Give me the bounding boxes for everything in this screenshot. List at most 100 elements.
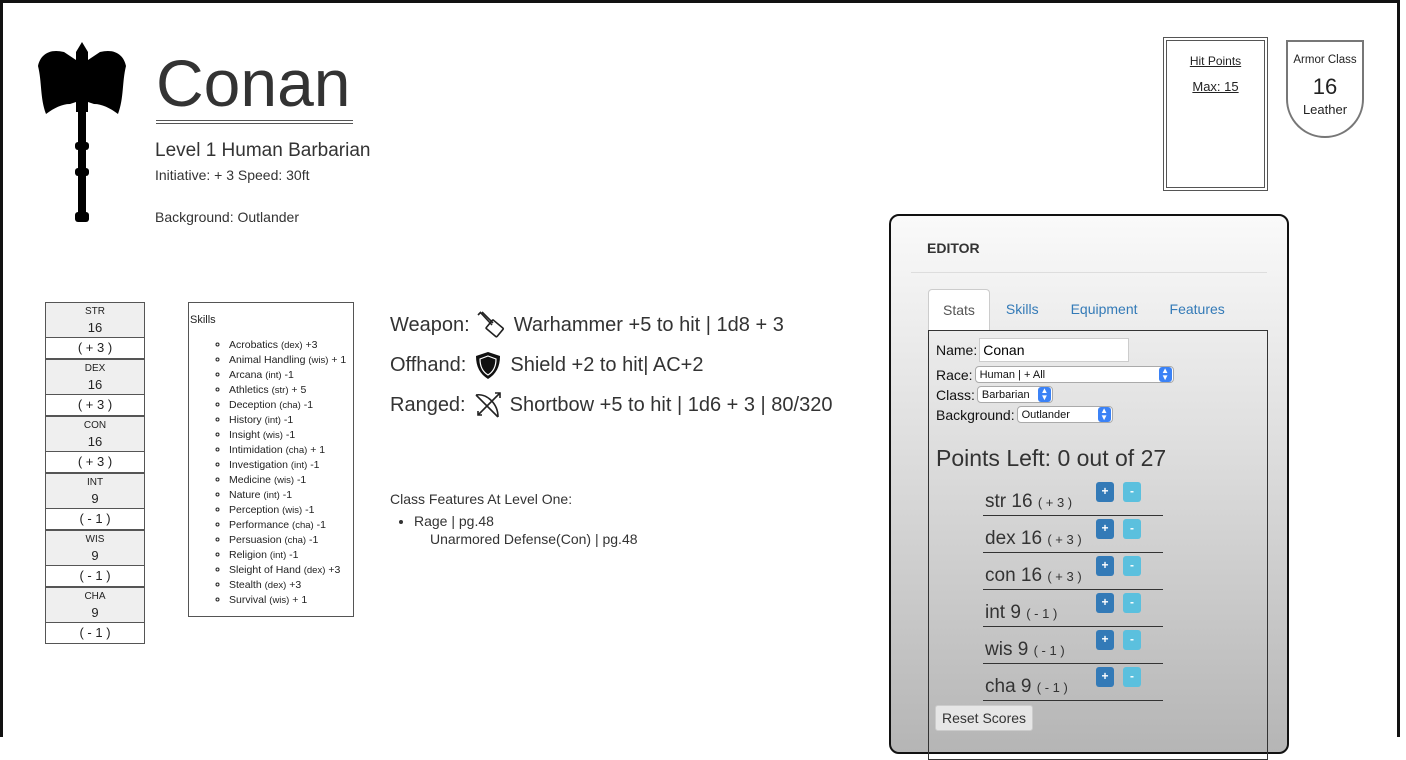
shield-icon [476, 352, 501, 379]
skill-ability: (wis) [282, 505, 303, 516]
ability-abbr: str [985, 491, 1007, 512]
str-increase-button[interactable]: + [1096, 482, 1114, 502]
skill-ability: (cha) [284, 535, 307, 546]
skills-list: Acrobatics (dex) +3Animal Handling (wis)… [189, 338, 353, 608]
stat-block-int: INT 9 ( - 1 ) [45, 473, 145, 530]
stat-block-cha: CHA 9 ( - 1 ) [45, 587, 145, 644]
skill-modifier: -1 [283, 414, 294, 426]
skill-modifier: -1 [285, 429, 296, 441]
tab-features[interactable]: Features [1154, 289, 1241, 331]
editor-panel: EDITOR Stats Skills Equipment Features N… [889, 214, 1289, 760]
race-select-value: Human | + All [979, 368, 1046, 381]
skill-ability: (wis) [269, 595, 290, 606]
tab-skills[interactable]: Skills [990, 289, 1055, 331]
ability-value: 16 [1011, 491, 1033, 512]
skill-name: Acrobatics [229, 339, 279, 351]
ability-abbr: dex [985, 528, 1016, 549]
character-background: Background: Outlander [155, 209, 299, 225]
skill-ability: (int) [290, 460, 308, 471]
initiative-speed: Initiative: + 3 Speed: 30ft [155, 167, 310, 183]
skill-modifier: + 1 [310, 444, 326, 456]
tab-equipment[interactable]: Equipment [1055, 289, 1154, 331]
skill-item: Religion (int) -1 [229, 548, 353, 563]
cha-increase-button[interactable]: + [1096, 667, 1114, 687]
skill-name: Nature [229, 489, 261, 501]
feature-rage: Rage [414, 513, 448, 529]
background-row: Background: Outlander ▲ ▼ [936, 406, 1113, 423]
skill-modifier: -1 [309, 534, 319, 546]
skill-ability: (wis) [273, 475, 295, 486]
ability-row-str: str 16 ( + 3 ) + - [983, 482, 1163, 516]
skill-ability: (int) [263, 490, 280, 501]
race-label: Race: [936, 366, 973, 383]
skill-item: Nature (int) -1 [229, 488, 353, 503]
battle-axe-icon [38, 42, 126, 222]
skills-title: Skills [190, 314, 216, 326]
warhammer-icon [477, 311, 504, 338]
skill-ability: (cha) [279, 400, 301, 411]
class-features-title: Class Features At Level One: [390, 491, 573, 507]
skill-name: Survival [229, 594, 267, 606]
ability-modifier: ( + 3 ) [1037, 495, 1073, 510]
name-input[interactable] [979, 338, 1130, 362]
tab-stats[interactable]: Stats [928, 289, 990, 331]
str-decrease-button[interactable]: - [1123, 482, 1141, 502]
class-row: Class: Barbarian ▲ ▼ [936, 386, 1053, 403]
skill-item: Persuasion (cha) -1 [229, 533, 353, 548]
race-row: Race: Human | + All ▲ ▼ [936, 366, 1174, 383]
armor-class-value: 16 [1312, 74, 1338, 99]
skill-modifier: + 5 [291, 384, 307, 396]
con-increase-button[interactable]: + [1096, 556, 1114, 576]
skill-ability: (int) [264, 415, 281, 426]
skill-ability: (cha) [292, 520, 314, 531]
stat-name: INT [86, 477, 104, 488]
ability-abbr: con [985, 565, 1016, 586]
skill-ability: (int) [269, 550, 287, 561]
background-select-value: Outlander [1021, 408, 1070, 421]
skill-name: Religion [229, 549, 267, 561]
wis-increase-button[interactable]: + [1096, 630, 1114, 650]
ability-modifier: ( + 3 ) [1047, 569, 1082, 584]
ability-row-con: con 16 ( + 3 ) + - [983, 556, 1163, 590]
skill-name: History [229, 414, 262, 426]
stat-name: CHA [84, 591, 106, 602]
skill-item: Stealth (dex) +3 [229, 578, 353, 593]
skill-ability: (dex) [264, 580, 287, 591]
race-select[interactable]: Human | + All ▲ ▼ [974, 366, 1174, 383]
skill-modifier: +3 [305, 339, 318, 351]
skill-ability: (cha) [285, 445, 308, 456]
armor-type: Leather [1302, 102, 1348, 117]
skill-modifier: + 1 [292, 594, 308, 606]
dex-increase-button[interactable]: + [1096, 519, 1114, 539]
stat-block-wis: WIS 9 ( - 1 ) [45, 530, 145, 587]
armor-class-label: Armor Class [1293, 54, 1357, 66]
skill-ability: (wis) [308, 355, 329, 366]
stats-tab-panel: Name: Race: Human | + All ▲▼ Class: Barb… [928, 330, 1268, 760]
ranged-line: Ranged: Shortbow +5 to hit | 1d6 + 3 | 8… [390, 389, 832, 421]
reset-scores-button[interactable]: Reset Scores [935, 705, 1034, 731]
cha-decrease-button[interactable]: - [1123, 667, 1141, 687]
skill-item: Investigation (int) -1 [229, 458, 353, 473]
background-select[interactable]: Outlander ▲ ▼ [1016, 406, 1113, 423]
wis-decrease-button[interactable]: - [1123, 630, 1141, 650]
offhand-label: Offhand: [390, 353, 467, 376]
editor-tabs: Stats Skills Equipment Features [928, 289, 1241, 331]
offhand-line: Offhand: Shield +2 to hit| AC+2 [390, 349, 703, 381]
int-decrease-button[interactable]: - [1123, 593, 1141, 613]
class-select-value: Barbarian [981, 388, 1030, 401]
class-select[interactable]: Barbarian ▲ ▼ [976, 386, 1053, 403]
con-decrease-button[interactable]: - [1123, 556, 1141, 576]
skill-name: Deception [229, 399, 277, 411]
skill-name: Performance [229, 519, 290, 531]
stat-modifier: ( - 1 ) [45, 623, 145, 644]
int-increase-button[interactable]: + [1096, 593, 1114, 613]
skill-modifier: -1 [282, 489, 293, 501]
skill-modifier: +3 [289, 579, 302, 591]
skill-item: Athletics (str) + 5 [229, 383, 353, 398]
stat-block-str: STR 16 ( + 3 ) [45, 302, 145, 359]
stat-name: WIS [85, 534, 105, 545]
stat-name: STR [85, 306, 105, 317]
weapon-text: Warhammer +5 to hit | 1d8 + 3 [513, 313, 784, 336]
stat-modifier: ( + 3 ) [45, 338, 145, 359]
dex-decrease-button[interactable]: - [1123, 519, 1141, 539]
